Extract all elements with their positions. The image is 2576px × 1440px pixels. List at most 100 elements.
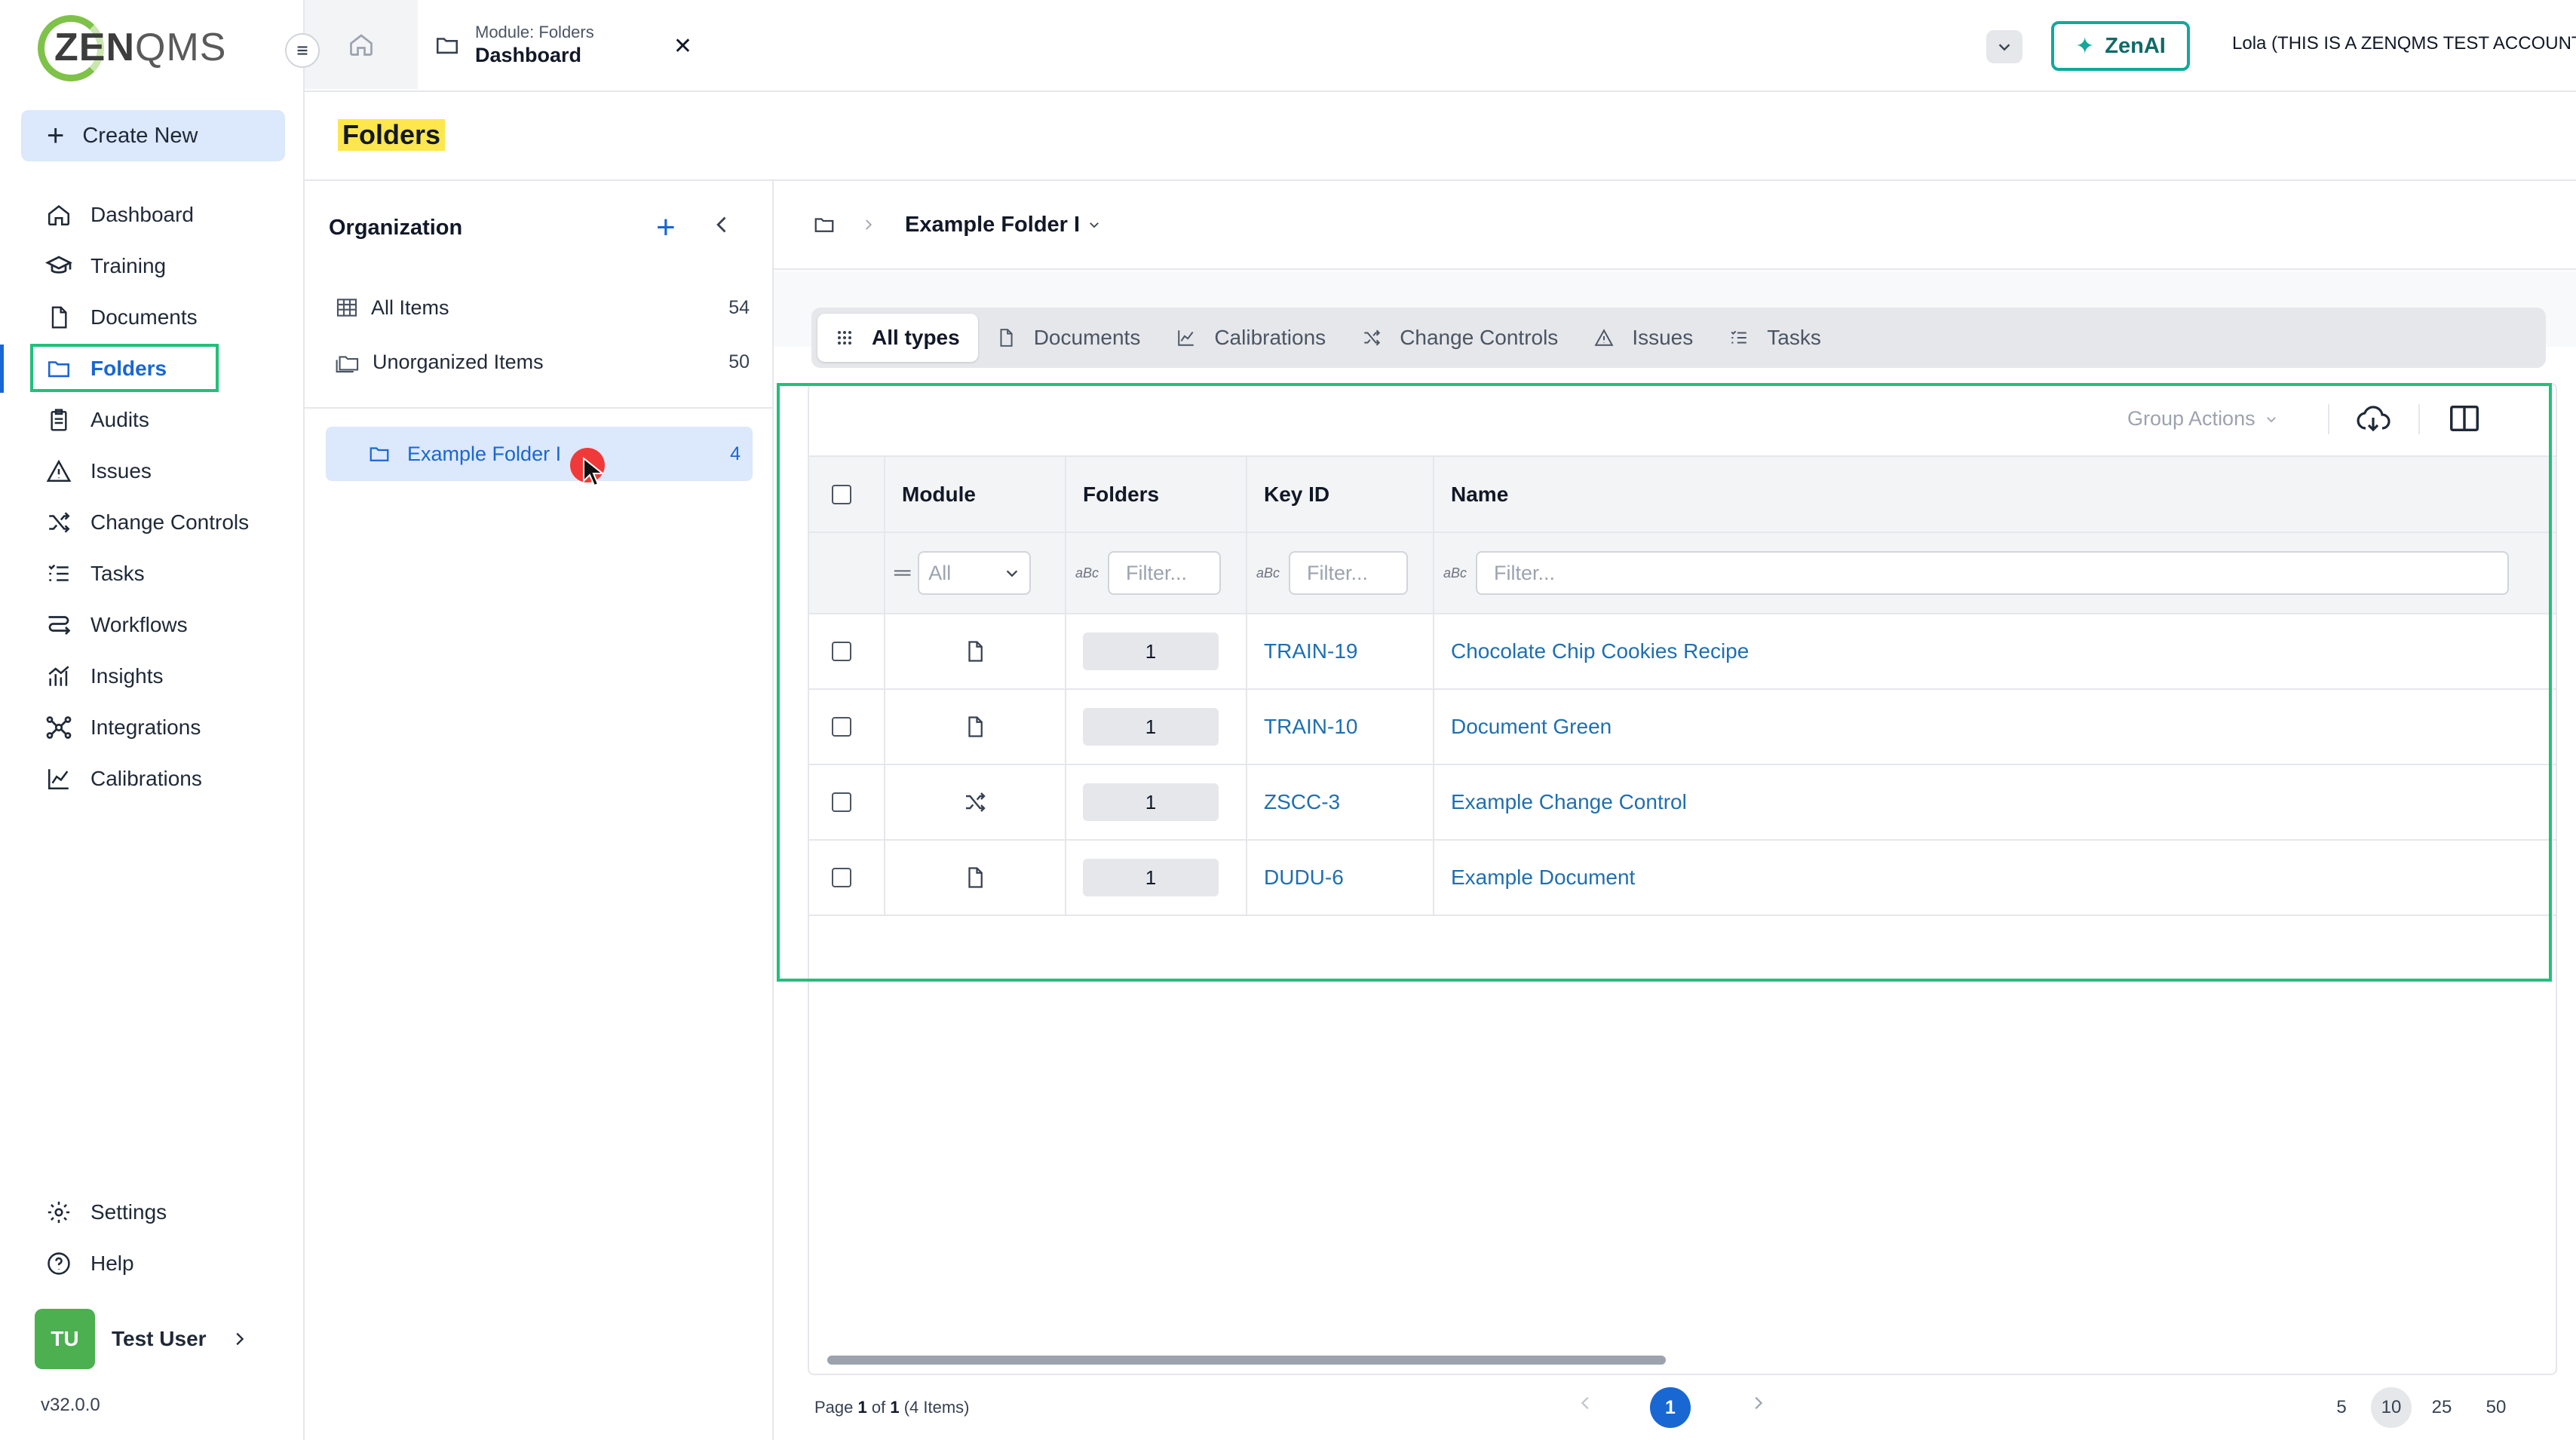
document-icon (44, 302, 74, 332)
row-checkbox[interactable] (832, 717, 851, 737)
folder-item-label: Example Folder I (407, 442, 562, 465)
chevron-right-icon (1755, 1396, 1763, 1410)
tab-issues[interactable]: Issues (1576, 314, 1711, 362)
folders-count-badge[interactable]: 1 (1083, 859, 1219, 896)
column-header-name[interactable]: Name (1434, 457, 2556, 533)
key-id-link[interactable]: DUDU-6 (1264, 866, 1344, 889)
folders-count-badge[interactable]: 1 (1083, 708, 1219, 746)
avatar: TU (35, 1309, 95, 1369)
sidebar-item-help[interactable]: Help (0, 1239, 305, 1288)
name-filter-input[interactable]: Filter... (1476, 551, 2510, 595)
org-item-unorganized[interactable]: Unorganized Items 50 (335, 343, 750, 381)
tab-module-label: Module: Folders (475, 23, 594, 42)
previous-page-button[interactable] (1578, 1395, 1594, 1411)
tab-calibrations[interactable]: Calibrations (1158, 314, 1344, 362)
grid-toolbar: Group Actions (809, 385, 2556, 457)
folder-item-example-folder[interactable]: Example Folder I 4 (326, 427, 753, 481)
item-name-link[interactable]: Example Change Control (1451, 790, 1687, 813)
table-row[interactable]: 1 DUDU-6 Example Document (809, 840, 2556, 916)
sidebar-item-issues[interactable]: Issues (0, 447, 305, 495)
group-actions-dropdown[interactable]: Group Actions (2127, 407, 2278, 430)
item-name-link[interactable]: Chocolate Chip Cookies Recipe (1451, 639, 1749, 663)
account-name[interactable]: Lola (THIS IS A ZENQMS TEST ACCOUNT) (2232, 33, 2576, 54)
sidebar-item-change-controls[interactable]: Change Controls (0, 498, 305, 547)
org-item-all-items[interactable]: All Items 54 (335, 289, 750, 326)
column-header-folders[interactable]: Folders (1066, 457, 1247, 533)
text-filter-icon[interactable]: aBc (1256, 565, 1280, 581)
table-row[interactable]: 1 ZSCC-3 Example Change Control (809, 764, 2556, 841)
sidebar-item-training[interactable]: Training (0, 242, 305, 290)
sidebar-item-documents[interactable]: Documents (0, 293, 305, 342)
zenqms-logo[interactable]: ZENQMS (38, 14, 225, 81)
equals-icon[interactable]: ═ (894, 560, 910, 586)
folder-icon[interactable] (813, 213, 836, 236)
user-menu[interactable]: TU Test User (35, 1309, 247, 1369)
column-header-module[interactable]: Module (885, 457, 1066, 533)
document-icon (885, 866, 1065, 889)
table-row[interactable]: 1 TRAIN-19 Chocolate Chip Cookies Recipe (809, 614, 2556, 690)
folders-count-badge[interactable]: 1 (1083, 633, 1219, 670)
columns-icon[interactable] (2447, 401, 2482, 436)
help-icon (44, 1249, 74, 1279)
document-icon (885, 715, 1065, 738)
sidebar-item-label: Documents (90, 305, 198, 329)
key-id-link[interactable]: TRAIN-19 (1264, 639, 1357, 663)
tab-all-types[interactable]: All types (817, 314, 978, 362)
create-new-button[interactable]: + Create New (21, 110, 285, 161)
home-tab[interactable] (305, 0, 418, 89)
folders-count-badge[interactable]: 1 (1083, 783, 1219, 821)
sidebar-toggle-button[interactable] (285, 33, 320, 68)
folder-item-count: 4 (730, 443, 741, 464)
shuffle-icon (885, 790, 1065, 814)
page-size-5[interactable]: 5 (2330, 1387, 2353, 1428)
tab-folders-dashboard[interactable]: Module: Folders Dashboard ✕ (418, 0, 712, 90)
sidebar-item-calibrations[interactable]: Calibrations (0, 755, 305, 803)
cloud-download-icon[interactable] (2355, 401, 2391, 437)
user-name: Test User (112, 1327, 207, 1350)
row-checkbox[interactable] (832, 868, 851, 887)
sidebar-item-tasks[interactable]: Tasks (0, 550, 305, 598)
table-row[interactable]: 1 TRAIN-10 Document Green (809, 689, 2556, 765)
sparkle-icon: ✦ (2075, 33, 2095, 59)
module-filter-select[interactable]: All (918, 551, 1032, 595)
item-name-link[interactable]: Document Green (1451, 715, 1612, 738)
item-name-link[interactable]: Example Document (1451, 866, 1635, 889)
column-header-key-id[interactable]: Key ID (1247, 457, 1434, 533)
page-size-10[interactable]: 10 (2371, 1387, 2412, 1428)
key-id-filter-input[interactable]: Filter... (1289, 551, 1409, 595)
sidebar-item-workflows[interactable]: Workflows (0, 601, 305, 649)
sidebar-item-integrations[interactable]: Integrations (0, 703, 305, 752)
sidebar-item-insights[interactable]: Insights (0, 652, 305, 700)
row-checkbox[interactable] (832, 642, 851, 661)
chevron-down-icon[interactable] (1087, 218, 1101, 231)
key-id-link[interactable]: TRAIN-10 (1264, 715, 1357, 738)
zenai-button[interactable]: ✦ ZenAI (2051, 21, 2190, 71)
chart-icon (44, 661, 74, 691)
chevron-left-icon (1581, 1396, 1589, 1410)
sidebar-item-settings[interactable]: Settings (0, 1188, 305, 1236)
sidebar-item-audits[interactable]: Audits (0, 396, 305, 444)
page-size-25[interactable]: 25 (2428, 1387, 2455, 1428)
page-1-button[interactable]: 1 (1650, 1387, 1691, 1428)
divider (2418, 404, 2420, 434)
close-icon[interactable]: ✕ (673, 33, 692, 60)
tabs-dropdown-button[interactable] (1986, 30, 2022, 63)
select-all-checkbox[interactable] (832, 484, 851, 504)
sidebar-item-label: Issues (90, 459, 152, 483)
add-folder-button[interactable]: + (656, 211, 676, 244)
text-filter-icon[interactable]: aBc (1443, 565, 1467, 581)
sidebar-item-label: Calibrations (90, 767, 202, 790)
horizontal-scrollbar[interactable] (827, 1356, 1666, 1365)
tab-change-controls[interactable]: Change Controls (1344, 314, 1576, 362)
tab-documents[interactable]: Documents (978, 314, 1159, 362)
page-size-50[interactable]: 50 (2482, 1387, 2510, 1428)
key-id-link[interactable]: ZSCC-3 (1264, 790, 1340, 813)
breadcrumb-folder[interactable]: Example Folder I (905, 213, 1080, 237)
tab-tasks[interactable]: Tasks (1711, 314, 1839, 362)
next-page-button[interactable] (1750, 1395, 1766, 1411)
row-checkbox[interactable] (832, 792, 851, 812)
collapse-panel-button[interactable] (712, 214, 733, 235)
sidebar-item-dashboard[interactable]: Dashboard (0, 191, 305, 239)
folders-filter-input[interactable]: Filter... (1108, 551, 1222, 595)
text-filter-icon[interactable]: aBc (1075, 565, 1099, 581)
